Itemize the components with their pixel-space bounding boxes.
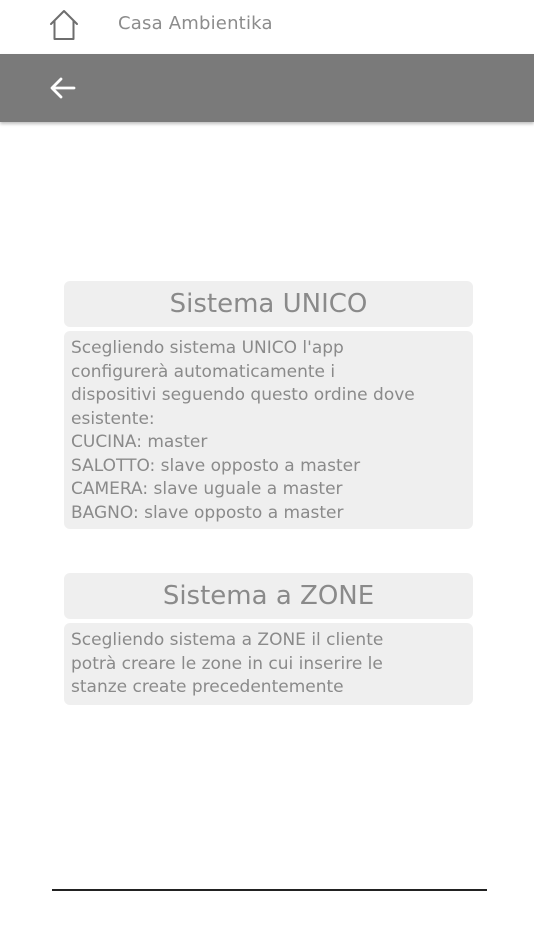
description-line: configurerà automaticamente i — [71, 361, 336, 382]
app-title: Casa Ambientika — [118, 13, 273, 34]
sistema-unico-description: Scegliendo sistema UNICO l'app configure… — [64, 331, 473, 529]
description-line: SALOTTO: slave opposto a master — [71, 455, 361, 476]
description-line: stanze create precedentemente — [71, 677, 344, 697]
top-bar: Casa Ambientika — [0, 0, 534, 54]
sistema-unico-button[interactable]: Sistema UNICO — [64, 281, 473, 327]
description-line: potrà creare le zone in cui inserire le — [71, 653, 383, 674]
description-line: Scegliendo sistema UNICO l'app — [71, 338, 344, 358]
navigation-bar — [0, 54, 534, 122]
bottom-divider — [52, 889, 487, 891]
description-line: BAGNO: slave opposto a master — [71, 502, 344, 523]
sistema-zone-title: Sistema a ZONE — [162, 581, 375, 611]
sistema-zone-button[interactable]: Sistema a ZONE — [64, 573, 473, 619]
description-line: CAMERA: slave uguale a master — [71, 479, 343, 499]
description-line: CUCINA: master — [71, 432, 208, 452]
description-line: esistente: — [71, 408, 155, 429]
description-line: dispositivi seguendo questo ordine dove — [71, 385, 415, 405]
sistema-unico-title: Sistema UNICO — [169, 289, 368, 319]
home-icon[interactable] — [47, 8, 81, 42]
sistema-zone-description: Scegliendo sistema a ZONE il cliente pot… — [64, 623, 473, 705]
back-arrow-icon[interactable] — [46, 74, 80, 102]
description-line: Scegliendo sistema a ZONE il cliente — [71, 630, 384, 650]
